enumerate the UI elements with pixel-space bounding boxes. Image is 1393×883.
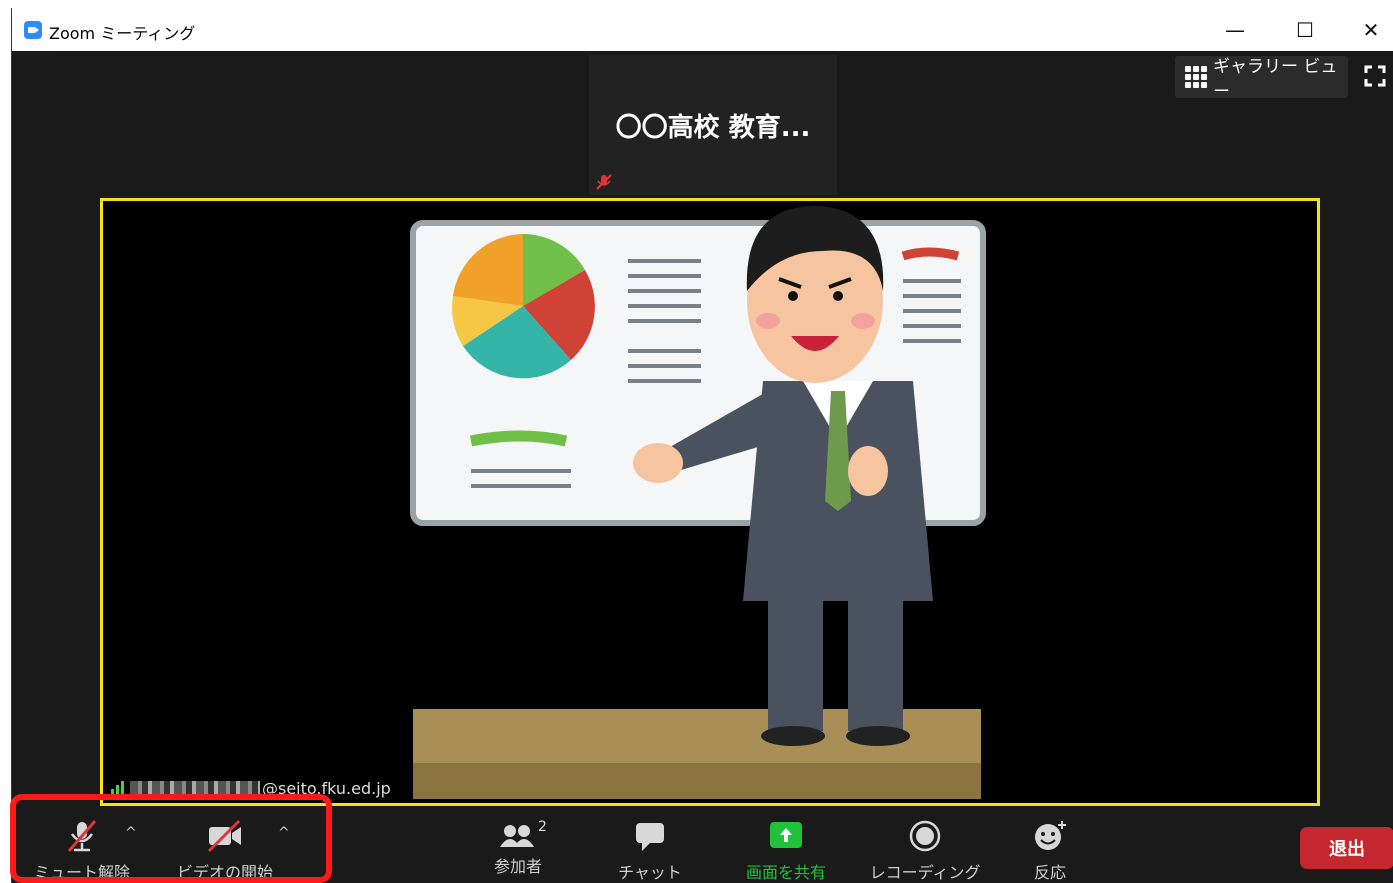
recording-label: レコーディング — [869, 863, 981, 882]
reactions-button[interactable]: 反応 — [1010, 813, 1090, 883]
muted-mic-icon — [596, 174, 612, 190]
signal-strength-icon — [111, 781, 124, 795]
participants-icon — [500, 825, 534, 847]
window-title: Zoom ミーティング — [49, 24, 196, 43]
reactions-label: 反応 — [1033, 863, 1066, 882]
reaction-smiley-icon — [1035, 821, 1066, 850]
chat-bubble-icon — [636, 823, 664, 851]
zoom-window: Zoom ミーティング — ☐ ✕ 〇〇高校 教育... ギャラリー ビュー @… — [11, 8, 1393, 883]
fullscreen-icon[interactable] — [1364, 65, 1386, 87]
share-screen-icon — [770, 822, 802, 848]
share-screen-label: 画面を共有 — [745, 863, 826, 882]
gallery-view-label: ギャラリー ビュー — [1213, 57, 1338, 102]
participants-button[interactable]: 2 参加者 — [478, 813, 558, 883]
thumbnail-participant-name: 〇〇高校 教育... — [615, 113, 811, 143]
share-screen-button[interactable]: 画面を共有 — [736, 813, 836, 883]
active-speaker-video: @seito.fku.ed.jp — [100, 198, 1320, 806]
recording-button[interactable]: レコーディング — [870, 813, 980, 883]
participants-label: 参加者 — [493, 857, 542, 876]
presenter-illustration — [410, 205, 986, 799]
maximize-button[interactable]: ☐ — [1282, 8, 1328, 51]
zoom-app-icon — [24, 21, 42, 39]
participants-icon-wrap: 2 — [498, 813, 547, 853]
gallery-view-button[interactable]: ギャラリー ビュー — [1175, 56, 1348, 102]
leave-meeting-button[interactable]: 退出 — [1300, 827, 1393, 869]
blurred-name — [130, 781, 260, 795]
chat-button[interactable]: チャット — [610, 813, 690, 883]
title-bar: Zoom ミーティング — ☐ ✕ — [12, 8, 1393, 51]
audio-video-highlight-box — [10, 794, 332, 883]
minimize-button[interactable]: — — [1212, 8, 1258, 51]
participant-thumbnail[interactable]: 〇〇高校 教育... — [589, 55, 837, 195]
participants-count: 2 — [538, 819, 547, 835]
meeting-stage: 〇〇高校 教育... ギャラリー ビュー @seito.fku.ed.jp — [12, 51, 1393, 813]
chat-label: チャット — [618, 863, 682, 882]
record-icon — [909, 820, 941, 852]
grid-icon — [1185, 66, 1207, 88]
close-button[interactable]: ✕ — [1348, 8, 1393, 51]
